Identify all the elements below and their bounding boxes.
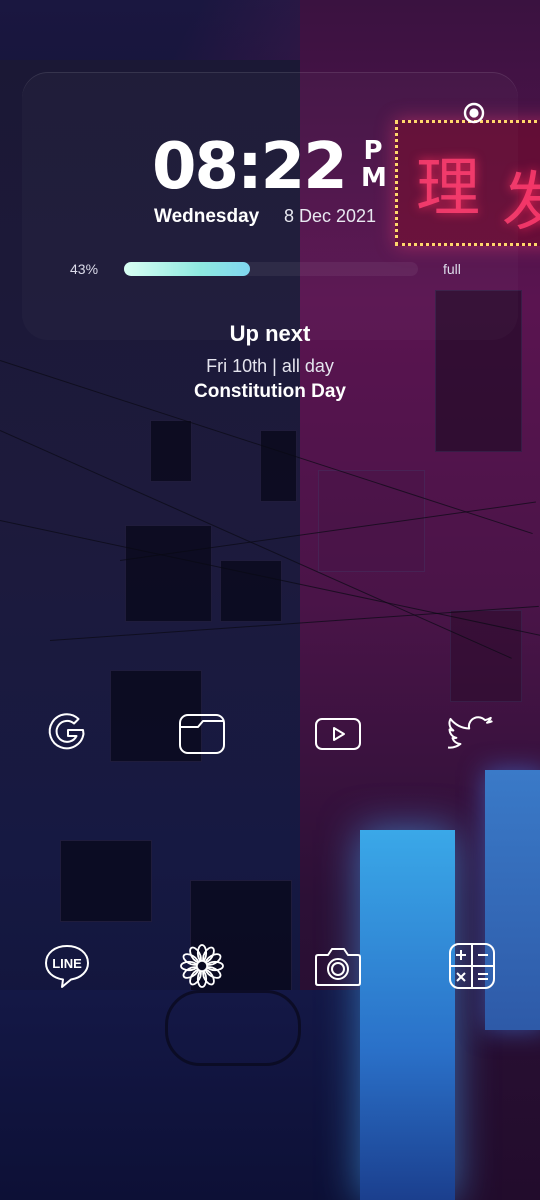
twitter-icon [447,716,493,749]
app-google[interactable] [41,708,93,760]
ampm-top-letter: P [363,136,383,166]
folder-icon [179,714,225,754]
app-youtube[interactable] [312,708,364,760]
app-calculator[interactable] [446,940,498,992]
building-window [318,470,425,572]
app-line[interactable]: LINE [41,940,93,992]
line-icon: LINE [45,945,89,988]
battery-bar-fill [124,262,250,276]
ampm-bottom-letter: M [361,163,387,193]
camera-icon [315,948,361,986]
clock-date[interactable]: 8 Dec 2021 [284,206,376,227]
google-icon [48,713,85,750]
flower-icon [180,944,224,988]
calculator-icon [449,943,495,989]
youtube-icon [315,718,361,750]
app-camera[interactable] [312,940,364,992]
app-twitter[interactable] [446,708,498,760]
app-gallery[interactable] [176,940,228,992]
app-files[interactable] [176,708,228,760]
clock-ampm: P M [361,136,387,193]
battery-status: full [443,261,461,277]
event-when[interactable]: Fri 10th | all day [0,356,540,377]
building-window [260,430,297,502]
lit-doorway [360,830,455,1200]
building-window [125,525,212,622]
clock-widget-panel[interactable] [22,72,518,340]
battery-bar [124,262,418,276]
building-window [60,840,152,922]
target-icon[interactable] [463,102,485,124]
battery-percent: 43% [70,261,99,277]
upnext-heading: Up next [229,321,311,346]
clock-time[interactable]: 08:22 [152,128,362,206]
event-title[interactable]: Constitution Day [0,381,540,403]
building-window [150,420,192,482]
clock-day: Wednesday [154,206,260,227]
motorbike-silhouette [165,990,301,1066]
line-icon-label: LINE [52,956,82,971]
